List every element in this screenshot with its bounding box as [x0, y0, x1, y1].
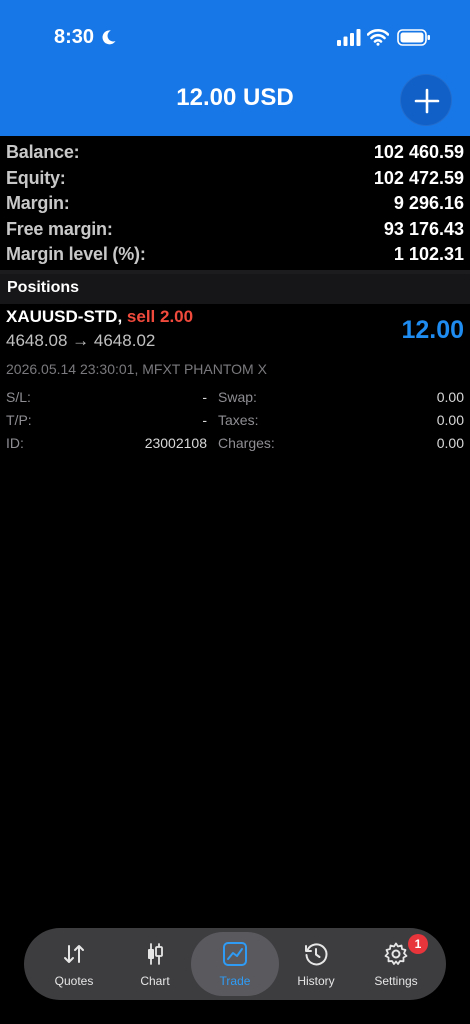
equity-label: Equity: — [6, 167, 66, 188]
free-margin-value: 93 176.43 — [383, 218, 464, 239]
swap-value: 0.00 — [436, 389, 464, 405]
tab-trade[interactable]: Trade — [193, 928, 277, 1000]
taxes-value: 0.00 — [436, 412, 464, 428]
trade-chart-icon — [223, 942, 247, 966]
position-side: sell 2.00 — [126, 307, 194, 326]
wifi-icon — [367, 29, 389, 46]
history-icon — [305, 943, 328, 966]
id-label: ID: — [6, 435, 24, 451]
quotes-icon — [64, 945, 84, 963]
settings-notification-badge: 1 — [408, 934, 428, 954]
tab-settings[interactable]: 1 Settings — [354, 928, 438, 1000]
tab-trade-label: Trade — [219, 974, 251, 988]
swap-label: Swap: — [218, 389, 257, 405]
position-prices: 4648.08 → 4648.02 — [6, 331, 156, 350]
sl-label: S/L: — [6, 389, 31, 405]
moon-icon — [102, 30, 116, 45]
tab-chart-label: Chart — [140, 974, 170, 988]
balance-label: Balance: — [6, 142, 80, 162]
summary-row-margin: Margin: 9 296.16 — [0, 191, 470, 217]
position-symbol-line: XAUUSD-STD, sell 2.00 — [6, 307, 193, 327]
tab-bar: Quotes Chart Trade History 1 Settings — [24, 928, 446, 1000]
charges-value: 0.00 — [436, 435, 464, 451]
sl-value: - — [202, 389, 207, 405]
summary-row-free-margin: Free margin: 93 176.43 — [0, 217, 470, 243]
tab-chart[interactable]: Chart — [113, 928, 197, 1000]
charges-label: Charges: — [218, 435, 275, 451]
taxes-label: Taxes: — [218, 412, 259, 428]
summary-row-margin-level: Margin level (%): 1 102.31 — [0, 242, 470, 268]
margin-value: 9 296.16 — [393, 193, 464, 213]
candlestick-icon — [148, 943, 163, 965]
tab-quotes-label: Quotes — [54, 974, 94, 988]
free-margin-label: Free margin: — [6, 218, 113, 239]
positions-title: Positions — [7, 279, 80, 296]
battery-icon — [397, 29, 430, 46]
account-summary: Balance: 102 460.59 Equity: 102 472.59 M… — [0, 140, 470, 268]
tab-settings-label: Settings — [374, 974, 418, 988]
position-symbol: XAUUSD-STD, — [6, 307, 123, 326]
position-open-time: 2026.05.14 23:30:01, MFXT PHANTOM X — [6, 361, 267, 377]
equity-value: 102 472.59 — [373, 167, 464, 188]
gear-icon — [384, 942, 408, 965]
new-order-button[interactable] — [400, 74, 452, 126]
margin-level-value: 1 102.31 — [393, 244, 464, 264]
tab-history-label: History — [297, 974, 335, 988]
margin-level-label: Margin level (%): — [6, 244, 146, 264]
tab-quotes[interactable]: Quotes — [32, 928, 116, 1000]
status-time: 8:30 — [54, 26, 95, 48]
summary-row-balance: Balance: 102 460.59 — [0, 140, 470, 166]
position-profit: 12.00 — [401, 316, 464, 344]
balance-value: 102 460.59 — [373, 142, 464, 162]
header: 8:30 12.00 USD — [0, 0, 470, 136]
margin-label: Margin: — [6, 193, 70, 213]
tp-value: - — [202, 412, 207, 428]
tp-label: T/P: — [6, 412, 32, 428]
cellular-signal-icon — [337, 29, 361, 46]
positions-header: Positions — [0, 274, 470, 304]
plus-icon — [414, 88, 440, 114]
summary-row-equity: Equity: 102 472.59 — [0, 166, 470, 192]
id-value: 23002108 — [144, 435, 207, 451]
tab-history[interactable]: History — [274, 928, 358, 1000]
